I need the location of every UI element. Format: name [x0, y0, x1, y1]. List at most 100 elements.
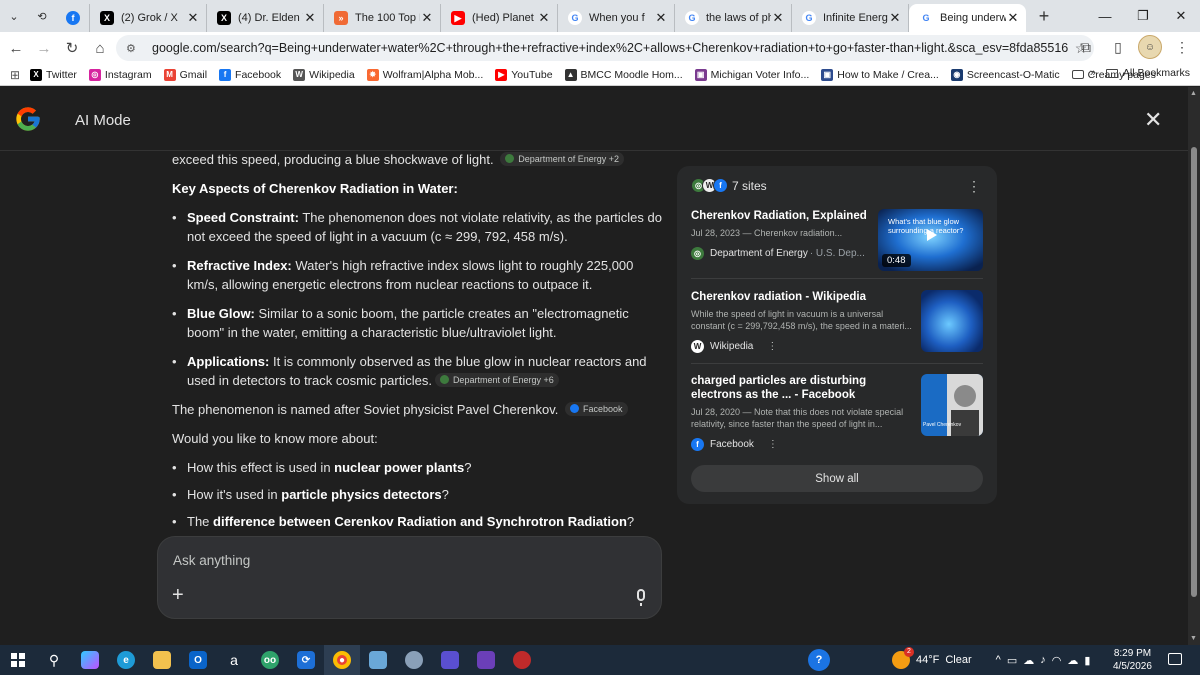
network-icon[interactable]: ◠	[1052, 654, 1062, 667]
source-title[interactable]: charged particles are disturbing electro…	[691, 374, 915, 402]
tab-close-icon[interactable]: ✕	[420, 10, 434, 26]
battery-icon[interactable]: ▮	[1084, 654, 1090, 667]
pinned-tab-facebook[interactable]: f	[56, 4, 90, 32]
sources-header[interactable]: ◎ W f 7 sites	[691, 178, 767, 193]
source-menu-icon[interactable]: ⋮	[767, 341, 777, 352]
app-icon[interactable]: ⟳	[288, 645, 324, 675]
scrollbar-thumb[interactable]	[1191, 147, 1197, 597]
browser-tab[interactable]: » The 100 Top Pro✕	[324, 4, 441, 32]
page-scrollbar[interactable]: ▲ ▼	[1188, 87, 1200, 645]
citation-chip-facebook[interactable]: Facebook	[564, 401, 628, 416]
source-item-wikipedia[interactable]: Cherenkov radiation - Wikipedia While th…	[691, 290, 983, 353]
bookmark-item[interactable]: M Gmail	[163, 68, 207, 81]
source-item-doe[interactable]: Cherenkov Radiation, Explained Jul 28, 2…	[691, 209, 983, 271]
bookmark-item[interactable]: ◉ Screencast-O-Matic	[950, 68, 1060, 81]
source-title[interactable]: Cherenkov Radiation, Explained	[691, 209, 867, 223]
url-text[interactable]: google.com/search?q=Being+underwater+wat…	[152, 41, 1068, 55]
weather-icon[interactable]: 2	[892, 647, 914, 669]
onedrive-icon[interactable]: ☁	[1023, 654, 1034, 667]
bookmark-item[interactable]: ▣ How to Make / Crea...	[821, 68, 939, 81]
browser-menu-icon[interactable]: ⋮	[1170, 35, 1194, 59]
bookmark-item[interactable]: ▣ Michigan Voter Info...	[694, 68, 809, 81]
facebook-thumbnail[interactable]: Pavel Cherenkov	[921, 374, 983, 436]
video-thumbnail[interactable]: What's that blue glow surrounding a reac…	[878, 209, 983, 271]
ask-input[interactable]: Ask anything	[173, 553, 250, 568]
citation-chip[interactable]: Department of Energy +2	[500, 151, 625, 166]
sources-menu-icon[interactable]: ⋮	[967, 178, 981, 195]
notes-app-icon[interactable]	[360, 645, 396, 675]
bookmark-item[interactable]: ▶ YouTube	[495, 68, 553, 81]
forward-arrow-icon[interactable]: →	[30, 34, 58, 62]
scroll-up-icon[interactable]: ▲	[1190, 90, 1197, 97]
source-title[interactable]: Cherenkov radiation - Wikipedia	[691, 290, 867, 304]
weather-temp[interactable]: 44°F	[916, 654, 939, 666]
citation-chip[interactable]: Department of Energy +6	[434, 372, 559, 387]
site-info-icon[interactable]: ⚙	[126, 42, 142, 55]
history-icon[interactable]: ⟲	[28, 2, 56, 30]
bookmark-item[interactable]: ✸ Wolfram|Alpha Mob...	[366, 68, 483, 81]
tab-close-icon[interactable]: ✕	[771, 10, 785, 26]
new-tab-button[interactable]: +	[1032, 4, 1056, 28]
browser-tab[interactable]: Gthe laws of phy✕	[675, 4, 792, 32]
followup-item[interactable]: The difference between Cerenkov Radiatio…	[172, 512, 662, 531]
copilot-icon[interactable]	[72, 645, 108, 675]
tab-search-chevron-icon[interactable]: ⌄	[0, 2, 28, 30]
google-logo-icon[interactable]	[14, 105, 42, 133]
bookmark-item[interactable]: ▲ BMCC Moodle Hom...	[564, 68, 683, 81]
cloud-app-icon[interactable]	[396, 645, 432, 675]
weather-condition[interactable]: Clear	[945, 654, 971, 666]
bookmark-item[interactable]: W Wikipedia	[293, 68, 355, 81]
tab-close-icon[interactable]: ✕	[186, 10, 200, 26]
source-menu-icon[interactable]: ⋮	[768, 439, 778, 450]
windows-start-icon[interactable]	[0, 645, 36, 675]
browser-tab[interactable]: X (4) Dr. Elden Wa✕	[207, 4, 324, 32]
restore-icon[interactable]: ❐	[1124, 0, 1162, 32]
help-icon[interactable]: ?	[808, 649, 830, 671]
followup-item[interactable]: How it's used in particle physics detect…	[172, 485, 662, 504]
address-bar[interactable]: ⚙ google.com/search?q=Being+underwater+w…	[116, 35, 1094, 61]
browser-tab[interactable]: G Being underwat✕	[909, 4, 1026, 32]
tray-app-icon[interactable]: ▭	[1007, 654, 1017, 667]
bookmark-item[interactable]: ◎ Instagram	[88, 68, 152, 81]
home-icon[interactable]: ⌂	[86, 34, 114, 62]
reload-icon[interactable]: ↻	[58, 34, 86, 62]
scroll-down-icon[interactable]: ▼	[1190, 635, 1197, 642]
close-ai-mode-icon[interactable]: ✕	[1144, 107, 1162, 133]
wikipedia-thumbnail[interactable]	[921, 290, 983, 352]
video-app-icon[interactable]	[432, 645, 468, 675]
system-clock[interactable]: 8:29 PM 4/5/2026	[1113, 647, 1152, 673]
show-all-button[interactable]: Show all	[691, 465, 983, 492]
tab-close-icon[interactable]: ✕	[303, 10, 317, 26]
browser-tab[interactable]: ▶ (Hed) Planet Ear✕	[441, 4, 558, 32]
microphone-icon[interactable]	[637, 589, 645, 606]
profile-avatar[interactable]: ☺	[1138, 35, 1162, 59]
file-explorer-icon[interactable]	[144, 645, 180, 675]
search-icon[interactable]: ⚲	[36, 645, 72, 675]
tray-expand-icon[interactable]: ^	[996, 654, 1001, 666]
extensions-icon[interactable]: ⧉	[1074, 35, 1098, 59]
followup-item[interactable]: How this effect is used in nuclear power…	[172, 458, 662, 477]
back-arrow-icon[interactable]: ←	[2, 34, 30, 62]
tab-close-icon[interactable]: ✕	[888, 10, 902, 26]
browser-tab[interactable]: X (2) Grok / X ✕	[90, 4, 207, 32]
outlook-icon[interactable]: O	[180, 645, 216, 675]
minimize-icon[interactable]: —	[1086, 0, 1124, 32]
apps-grid-icon[interactable]: ⊞	[0, 68, 30, 82]
game-app-icon[interactable]	[504, 645, 540, 675]
chrome-icon[interactable]: ●	[324, 645, 360, 675]
media-app-icon[interactable]	[468, 645, 504, 675]
ask-input-box[interactable]: Ask anything +	[157, 536, 662, 619]
source-item-facebook[interactable]: charged particles are disturbing electro…	[691, 374, 983, 451]
cloud-sync-icon[interactable]: ☁	[1067, 654, 1078, 667]
tab-close-icon[interactable]: ✕	[1006, 10, 1020, 26]
tab-close-icon[interactable]: ✕	[537, 10, 551, 26]
bookmarks-overflow-icon[interactable]: »	[1090, 67, 1096, 79]
browser-tab[interactable]: G Infinite Energy f✕	[792, 4, 909, 32]
all-bookmarks[interactable]: All Bookmarks	[1105, 67, 1190, 79]
add-attachment-icon[interactable]: +	[172, 584, 184, 607]
sidepanel-icon[interactable]: ▯	[1106, 35, 1130, 59]
browser-tab[interactable]: G When you f ✕	[558, 4, 675, 32]
amazon-icon[interactable]: a	[216, 645, 252, 675]
bookmark-item[interactable]: f Facebook	[219, 68, 281, 81]
bookmark-item[interactable]: X Twitter	[30, 68, 77, 81]
